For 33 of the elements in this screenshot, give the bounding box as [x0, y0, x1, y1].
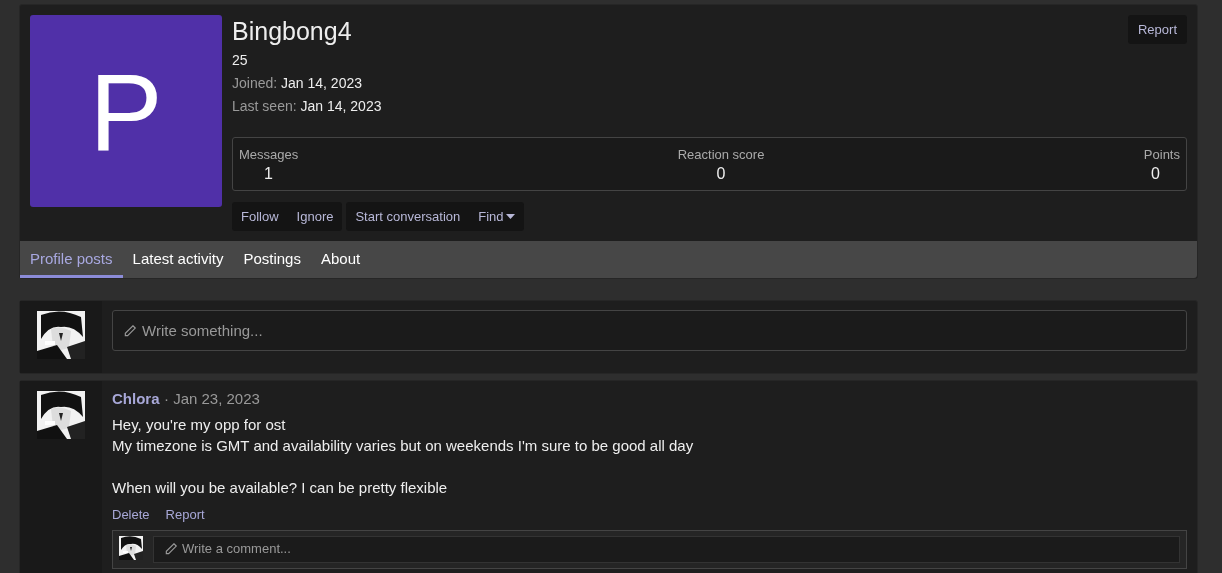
message-line: Hey, you're my opp for ost	[112, 415, 287, 435]
user-title: 25	[232, 52, 249, 68]
tab[interactable]: About	[310, 241, 371, 278]
message-line: When will you be available? I can be pretty flexible	[112, 478, 449, 498]
post-action-link[interactable]: Report	[165, 507, 205, 522]
author-link[interactable]: Chlora	[112, 390, 160, 407]
post-date: · Jan 23, 2023	[163, 390, 260, 407]
tab[interactable]: Latest activity	[122, 241, 234, 278]
username: Bingbong4	[232, 17, 352, 46]
action-button[interactable]: Ignore	[287, 202, 343, 231]
stat-label: Points	[1143, 147, 1180, 162]
message-line: My timezone is GMT and availability varies but on weekends I'm sure to be good all day	[112, 436, 695, 456]
tab[interactable]: Profile posts	[20, 241, 123, 278]
profile-fact: Last seen: Jan 14, 2023	[232, 98, 383, 114]
action-button[interactable]: Follow	[232, 202, 288, 231]
placeholder-text: Write something...	[142, 322, 263, 339]
dropdown-button[interactable]: Find	[469, 202, 524, 231]
profile-fact: Joined: Jan 14, 2023	[232, 75, 363, 91]
avatar-letter: P	[30, 15, 222, 207]
action-button[interactable]: Start conversation	[346, 202, 470, 231]
stat-value: 0	[1151, 165, 1160, 183]
stat-label: Reaction score	[677, 147, 765, 162]
tab[interactable]: Postings	[233, 241, 311, 278]
comment-input-field[interactable]: Write a comment...	[153, 536, 1180, 563]
placeholder-text: Write a comment...	[182, 541, 291, 556]
report-button[interactable]: Report	[1127, 15, 1187, 44]
stat-label: Messages	[239, 147, 299, 162]
stat-value: 0	[716, 165, 726, 183]
pencil-icon	[123, 323, 137, 338]
stat-value: 1	[264, 165, 273, 183]
pencil-icon	[164, 541, 178, 556]
post-action-link[interactable]: Delete	[112, 507, 150, 522]
post-input-field[interactable]: Write something...	[112, 310, 1187, 351]
